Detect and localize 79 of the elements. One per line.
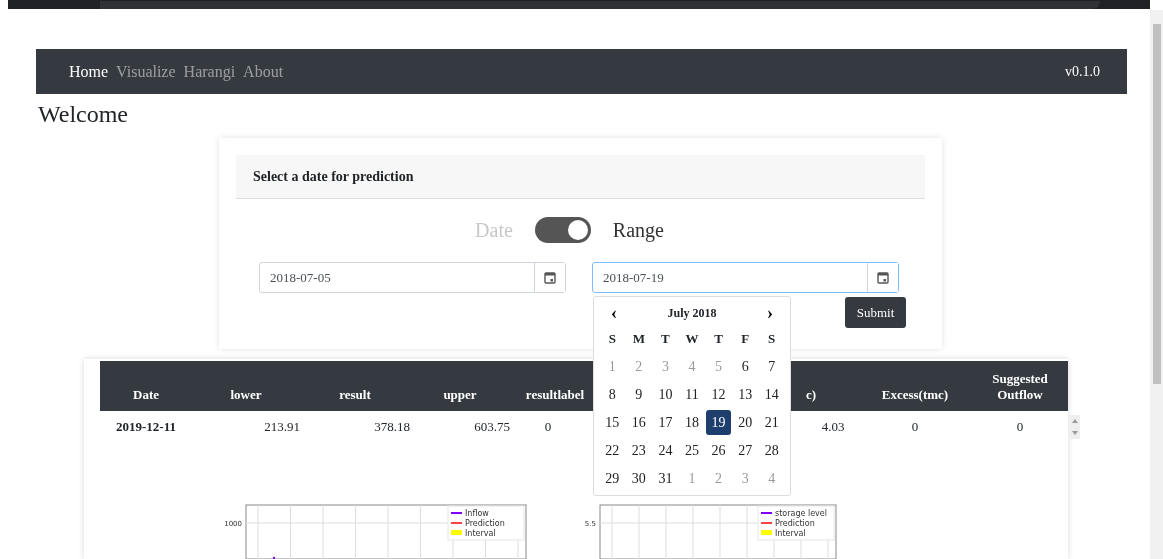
column-header: result (338, 387, 372, 404)
version-label: v0.1.0 (1065, 63, 1100, 80)
calendar-day[interactable]: 27 (732, 438, 758, 464)
calendar-day[interactable]: 22 (599, 438, 625, 464)
month-title: July 2018 (667, 305, 717, 321)
column-header: upper (442, 387, 478, 404)
calendar-day[interactable]: 20 (732, 410, 758, 436)
table-cell-text: 603.75 (473, 419, 510, 435)
calendar-day[interactable]: 10 (652, 382, 678, 408)
calendar-day[interactable]: 13 (732, 382, 758, 408)
nav-link[interactable]: Visualize (116, 62, 176, 81)
page-heading: Welcome (38, 100, 130, 129)
calendar-day[interactable]: 14 (759, 382, 785, 408)
spinner-control[interactable] (1070, 415, 1080, 439)
calendar-day[interactable]: 24 (652, 438, 678, 464)
calendar-day[interactable]: 12 (706, 382, 732, 408)
calendar-day[interactable]: 18 (679, 410, 705, 436)
calendar-button[interactable] (867, 263, 898, 293)
column-header: Excess(tmc) (880, 387, 950, 404)
calendar-day[interactable]: 29 (599, 466, 625, 492)
calendar-day[interactable]: 6 (732, 354, 758, 380)
calendar-day[interactable]: 25 (679, 438, 705, 464)
calendar-day[interactable]: 21 (759, 410, 785, 436)
submit-button[interactable]: Submit (845, 297, 906, 329)
data-point (272, 556, 276, 559)
legend-label: Interval (465, 529, 496, 538)
calendar-day[interactable]: 9 (626, 382, 652, 408)
calendar-day[interactable]: 31 (652, 466, 678, 492)
calendar-day[interactable]: 26 (706, 438, 732, 464)
column-header: lower (229, 387, 263, 404)
weekday-label: S (607, 330, 617, 349)
calendar-day[interactable]: 17 (652, 410, 678, 436)
calendar-button[interactable] (534, 263, 565, 293)
up-arrow-icon[interactable] (1072, 419, 1078, 423)
card-header: Select a date for prediction (236, 155, 925, 200)
previous-month-button[interactable]: ‹ (607, 304, 621, 323)
weekday-label: W (684, 330, 700, 349)
legend-label: Prediction (775, 519, 815, 528)
calendar-day[interactable]: 23 (626, 438, 652, 464)
nav-link[interactable]: Harangi (183, 62, 236, 81)
calendar-day[interactable]: 8 (599, 382, 625, 408)
column-header: Suggested Outflow (991, 371, 1049, 404)
legend-label: Interval (775, 529, 806, 538)
table-cell-text: 2019-12-11 (115, 419, 177, 435)
calendar-day[interactable]: 11 (679, 382, 705, 408)
calendar-icon (877, 271, 889, 285)
calendar-day[interactable]: 30 (626, 466, 652, 492)
calendar-day[interactable]: 28 (759, 438, 785, 464)
weekday-label: T (713, 330, 724, 349)
scrollbar[interactable] (1150, 10, 1163, 559)
table-cell-text: 0 (543, 419, 553, 435)
calendar-day[interactable]: 7 (759, 354, 785, 380)
column-header: resultlabel (524, 387, 586, 404)
table-cell-text: 378.18 (373, 419, 410, 435)
weekday-label: S (767, 330, 777, 349)
table-cell-text: 0 (1015, 419, 1025, 435)
toggle-label: Range (612, 218, 664, 242)
table-cell-text: 0 (910, 419, 920, 435)
weekday-label: M (631, 330, 646, 349)
column-header: Date (132, 387, 160, 404)
nav-link[interactable]: Home (69, 62, 109, 81)
legend-label: Prediction (465, 519, 505, 528)
nav-link[interactable]: About (243, 62, 284, 81)
calendar-day[interactable]: 16 (626, 410, 652, 436)
toggle-switch[interactable] (534, 217, 591, 244)
next-month-button[interactable]: › (763, 304, 777, 323)
weekday-label: T (660, 330, 671, 349)
calendar-icon (544, 271, 556, 285)
calendar-day[interactable]: 19 (706, 410, 732, 436)
date-field[interactable]: 2018-07-05 (259, 262, 566, 294)
table-cell-text: 4.03 (820, 419, 846, 435)
column-header: c) (806, 387, 818, 404)
legend-label: storage level (775, 509, 827, 518)
legend-label: Inflow (465, 509, 489, 518)
down-arrow-icon[interactable] (1072, 431, 1078, 435)
table-cell-text: 213.91 (263, 419, 300, 435)
date-field[interactable]: 2018-07-19 (592, 262, 899, 294)
weekday-label: F (740, 330, 751, 349)
calendar-day[interactable]: 15 (599, 410, 625, 436)
